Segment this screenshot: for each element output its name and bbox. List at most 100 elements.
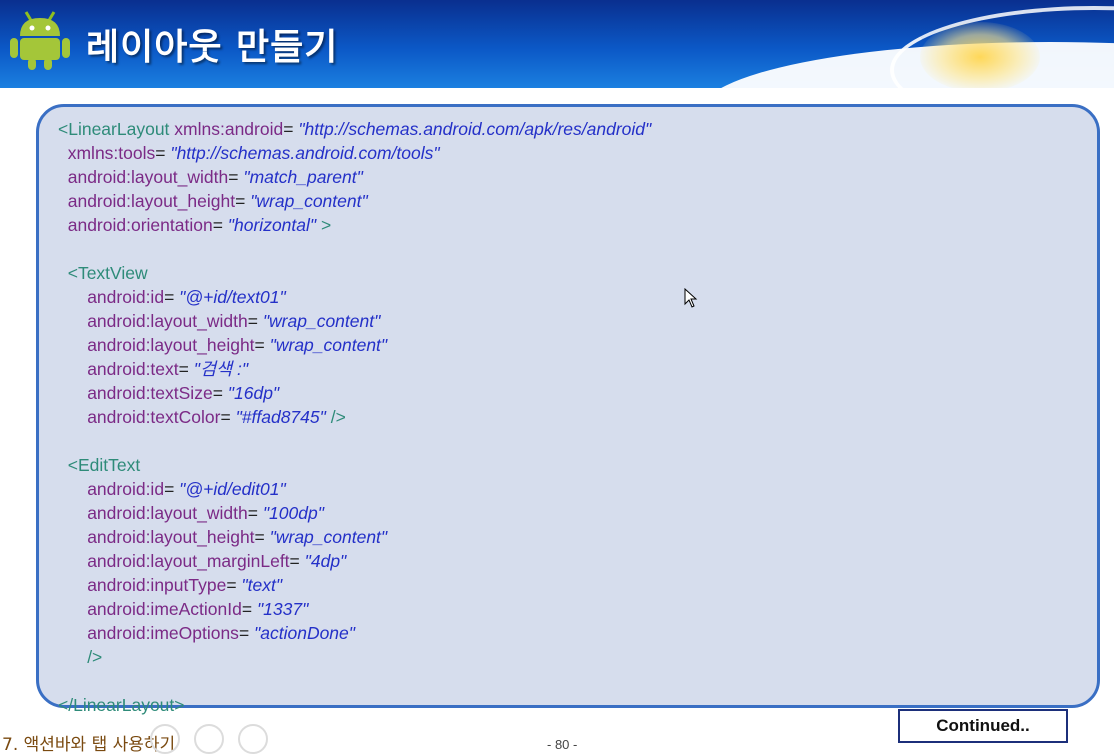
code-line: <EditText [58,453,651,477]
code-token-attr: android:id [87,287,165,307]
code-line: android:inputType= "text" [58,573,651,597]
code-token-tag: <EditText [67,455,141,475]
header-glow [920,22,1040,88]
code-line: </LinearLayout> [58,693,651,717]
code-token-eq: = [247,503,263,523]
code-token-val: "검색 :" [193,359,249,379]
code-token-attr: android:layout_marginLeft [87,551,290,571]
code-line: android:layout_height= "wrap_content" [58,333,651,357]
code-token-eq: = [289,551,305,571]
code-token-attr: android:layout_width [67,167,229,187]
code-line: android:text= "검색 :" [58,357,651,381]
code-token-attr: android:text [87,359,179,379]
page-number: - 80 - [547,737,578,752]
code-token-tag: </LinearLayout> [58,695,185,715]
code-line: android:layout_width= "match_parent" [58,165,651,189]
code-token-val: "wrap_content" [250,191,368,211]
code-token-val: "4dp" [304,551,347,571]
code-line: android:id= "@+id/text01" [58,285,651,309]
code-token-eq: = [235,191,251,211]
code-token-attr: xmlns:tools [67,143,156,163]
code-token-eq: = [254,335,270,355]
code-token-eq: = [283,119,299,139]
code-line: android:imeActionId= "1337" [58,597,651,621]
android-robot-icon [10,11,70,70]
code-line: /> [58,645,651,669]
code-token-val: "@+id/edit01" [179,479,286,499]
code-token-attr: android:imeOptions [87,623,239,643]
code-token-eq: = [247,311,263,331]
code-token-val: "http://schemas.android.com/tools" [170,143,440,163]
code-line: android:orientation= "horizontal" > [58,213,651,237]
xml-code-block: <LinearLayout xmlns:android= "http://sch… [58,117,651,717]
code-token-val: "#ffad8745" [235,407,326,427]
code-token-attr: android:layout_height [87,527,255,547]
code-token-attr: android:inputType [87,575,227,595]
slide-title: 레이아웃 만들기 [86,27,339,68]
code-token-attr: android:layout_height [67,191,236,211]
code-token-val: "match_parent" [243,167,363,187]
code-token-val: "horizontal" [227,215,317,235]
code-token-attr: android:layout_height [87,335,255,355]
code-token-val: "text" [241,575,283,595]
code-token-val: "wrap_content" [269,335,388,355]
code-token-eq: = [164,287,180,307]
code-token-eq: = [155,143,171,163]
code-token-attr: android:orientation [67,215,213,235]
code-token-attr: android:id [87,479,165,499]
code-token-attr: android:layout_width [87,311,248,331]
code-token-val: "1337" [256,599,309,619]
code-token-eq: = [178,359,194,379]
code-token-tag: <LinearLayout [58,119,175,139]
code-token-attr: android:textColor [87,407,221,427]
code-token-val: "wrap_content" [262,311,381,331]
code-line: android:layout_width= "wrap_content" [58,309,651,333]
code-token-val: "@+id/text01" [179,287,286,307]
code-line: android:layout_height= "wrap_content" [58,189,651,213]
code-token-attr: android:layout_width [87,503,248,523]
code-token-val: "16dp" [227,383,280,403]
code-token-eq: = [212,215,228,235]
code-line: android:textColor= "#ffad8745" /> [58,405,651,429]
continued-label: Continued.. [898,709,1068,743]
code-token-eq: = [220,407,236,427]
code-line: android:imeOptions= "actionDone" [58,621,651,645]
code-token-eq: = [241,599,257,619]
footer-chapter: 7. 액션바와 탭 사용하기 [2,735,176,755]
code-token-tag: /> [325,407,346,427]
code-token-val: "actionDone" [254,623,355,643]
code-token-eq: = [254,527,270,547]
code-line: android:layout_height= "wrap_content" [58,525,651,549]
code-line: android:layout_width= "100dp" [58,501,651,525]
slide-header: 레이아웃 만들기 [0,0,1114,88]
code-line: xmlns:tools= "http://schemas.android.com… [58,141,651,165]
code-line: <LinearLayout xmlns:android= "http://sch… [58,117,651,141]
code-token-eq: = [226,575,242,595]
code-line: <TextView [58,261,651,285]
code-token-tag: /> [87,647,103,667]
code-token-attr: xmlns:android [174,119,284,139]
code-token-attr: android:textSize [87,383,213,403]
